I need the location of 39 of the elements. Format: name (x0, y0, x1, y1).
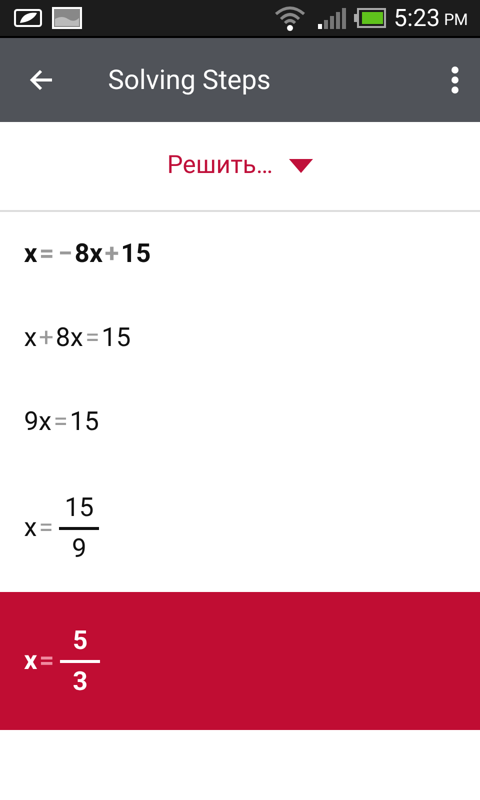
math-operator: = (38, 512, 54, 544)
numerator: 15 (64, 494, 94, 524)
image-icon (52, 7, 82, 29)
math-operator: − (58, 238, 73, 270)
signal-icon (318, 7, 346, 29)
app-title: Solving Steps (108, 62, 271, 98)
math-term: 15 (101, 322, 131, 354)
fraction-bar (60, 660, 100, 662)
math-term: 9x (24, 406, 52, 438)
math-operator: = (85, 322, 100, 354)
fraction-bar (59, 526, 100, 530)
clock-time: 5:23 (394, 3, 440, 34)
denominator: 9 (72, 532, 86, 562)
step-row[interactable]: x=−8x+15 (0, 212, 480, 296)
math-term: 8x (56, 322, 84, 354)
math-term: 15 (120, 238, 151, 270)
math-term: x (24, 322, 37, 354)
back-arrow-icon (28, 68, 54, 92)
math-term: 15 (70, 406, 100, 438)
math-operator: + (104, 238, 119, 270)
solve-dropdown[interactable]: Решить… (167, 147, 313, 185)
numerator: 5 (72, 628, 88, 658)
step-row[interactable]: x+8x=15 (0, 296, 480, 380)
math-operator: + (38, 322, 54, 354)
battery-icon (354, 8, 386, 28)
wifi-icon (274, 5, 306, 31)
caret-icon (288, 159, 313, 173)
more-icon (451, 66, 459, 94)
math-term: 8x (74, 238, 103, 270)
math-term: x (24, 512, 37, 544)
denominator: 3 (72, 666, 88, 694)
math-term: x (24, 644, 38, 678)
math-operator: = (39, 238, 54, 270)
math-operator: = (54, 406, 68, 438)
leaf-battery-icon (12, 8, 44, 28)
step-row[interactable]: 9x=15 (0, 380, 480, 464)
clock-ampm: PM (444, 9, 468, 31)
math-term: x (24, 238, 38, 270)
math-operator: = (39, 644, 54, 678)
